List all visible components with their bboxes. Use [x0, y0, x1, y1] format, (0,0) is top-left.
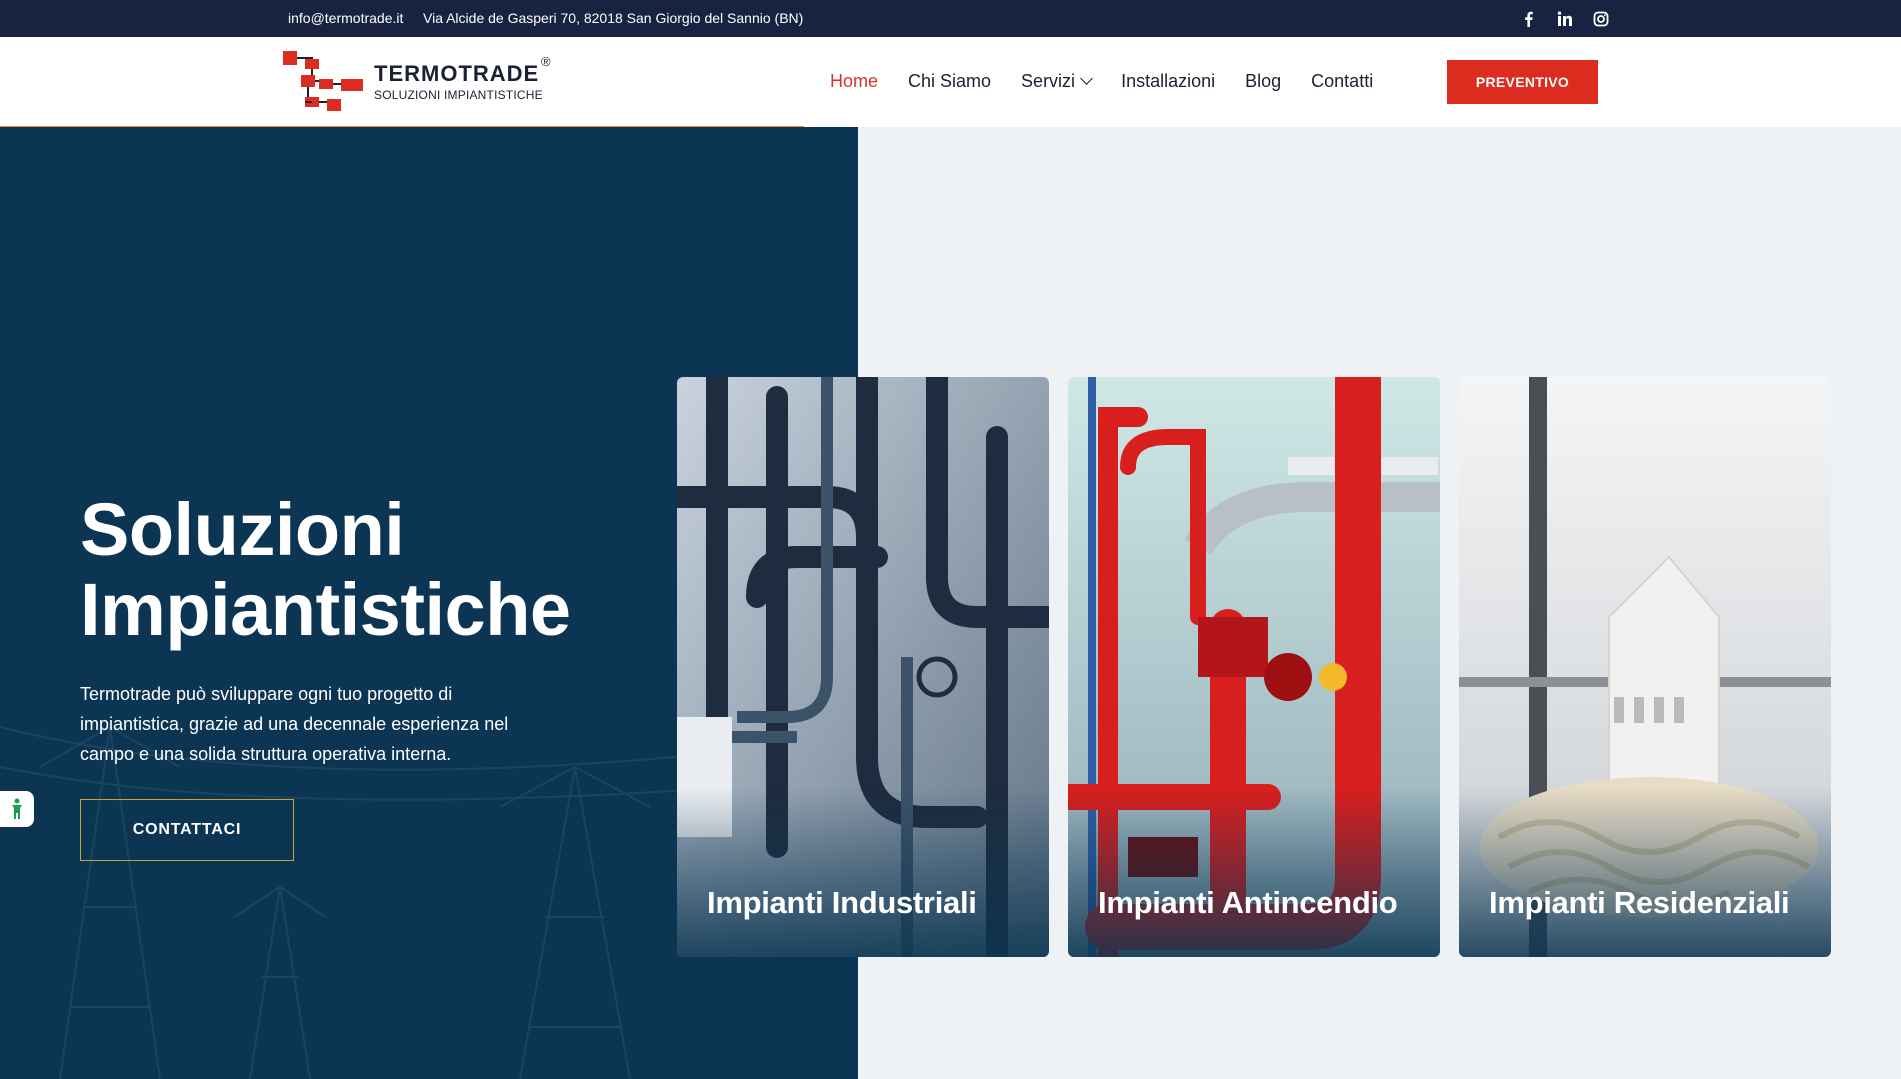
card-label: Impianti Antincendio — [1098, 885, 1398, 920]
main-nav: Home Chi Siamo Servizi Installazioni Blo… — [830, 71, 1403, 92]
hero-title-line2: Impiantistiche — [80, 568, 571, 651]
nav-item-chi-siamo[interactable]: Chi Siamo — [908, 71, 991, 92]
nav-item-blog[interactable]: Blog — [1245, 71, 1281, 92]
instagram-icon[interactable] — [1592, 11, 1610, 27]
contact-email[interactable]: info@termotrade.it — [288, 10, 403, 26]
facebook-icon[interactable] — [1520, 11, 1538, 27]
nav-item-servizi[interactable]: Servizi — [1021, 71, 1093, 92]
card-impianti-residenziali[interactable]: Impianti Residenziali — [1459, 377, 1831, 957]
card-label: Impianti Residenziali — [1489, 885, 1790, 920]
contattaci-button[interactable]: CONTATTACI — [80, 799, 294, 861]
chevron-down-icon — [1080, 72, 1093, 85]
logo-mark-icon — [283, 51, 363, 111]
site-header: TERMOTRADE ® SOLUZIONI IMPIANTISTICHE Ho… — [0, 37, 1901, 129]
card-shade — [677, 787, 1049, 957]
card-shade — [1068, 787, 1440, 957]
brand-name: TERMOTRADE — [374, 61, 540, 86]
accessibility-button[interactable] — [0, 791, 34, 827]
brand-tagline: SOLUZIONI IMPIANTISTICHE — [374, 88, 543, 102]
preventivo-button[interactable]: PREVENTIVO — [1447, 60, 1598, 104]
nav-item-installazioni[interactable]: Installazioni — [1121, 71, 1215, 92]
hero-title-line1: Soluzioni — [80, 488, 405, 571]
hero-title: Soluzioni Impiantistiche — [80, 490, 571, 650]
card-impianti-antincendio[interactable]: Impianti Antincendio — [1068, 377, 1440, 957]
registered-mark: ® — [541, 54, 551, 69]
card-shade — [1459, 787, 1831, 957]
top-bar: info@termotrade.it Via Alcide de Gasperi… — [0, 0, 1901, 37]
contact-address: Via Alcide de Gasperi 70, 82018 San Gior… — [423, 10, 804, 26]
hero-description: Termotrade può sviluppare ogni tuo proge… — [80, 684, 509, 764]
accessibility-icon — [12, 798, 22, 819]
linkedin-icon[interactable] — [1556, 11, 1574, 27]
nav-item-servizi-label: Servizi — [1021, 71, 1076, 91]
social-links — [1520, 11, 1610, 27]
card-label: Impianti Industriali — [707, 885, 977, 920]
nav-item-contatti[interactable]: Contatti — [1311, 71, 1373, 92]
nav-item-home[interactable]: Home — [830, 71, 878, 92]
brand-logo[interactable]: TERMOTRADE ® SOLUZIONI IMPIANTISTICHE — [283, 51, 555, 113]
card-impianti-industriali[interactable]: Impianti Industriali — [677, 377, 1049, 957]
